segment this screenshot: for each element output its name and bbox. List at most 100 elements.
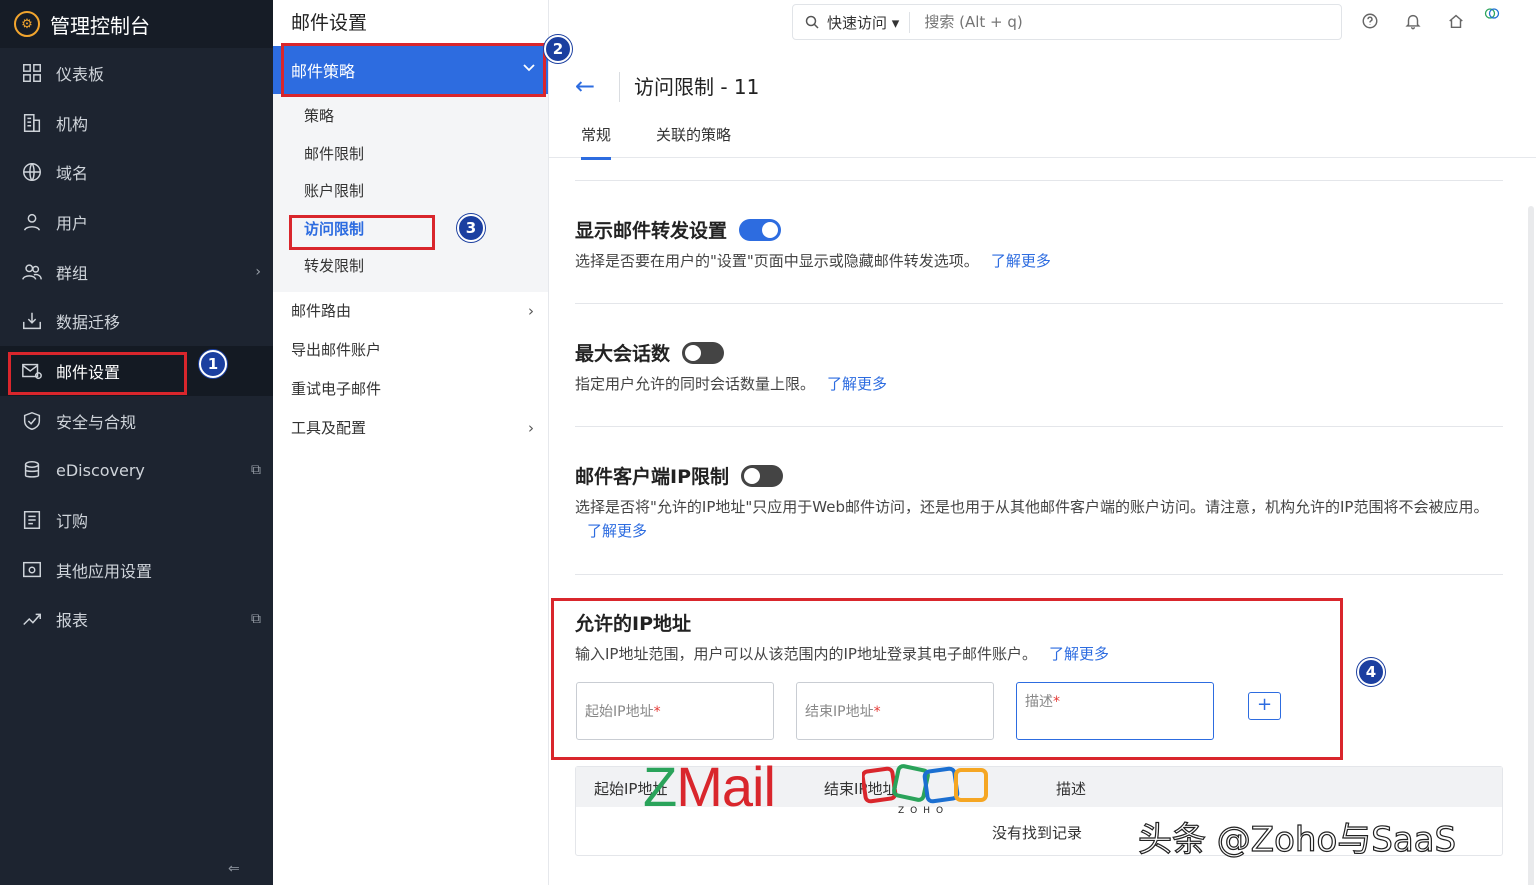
submenu-item-mail-routing[interactable]: 邮件路由 ›: [273, 292, 548, 331]
ediscovery-icon: [20, 458, 44, 482]
quick-access-label: 快速访问: [827, 13, 888, 32]
annotation-badge-3: 3: [457, 214, 485, 242]
submenu-sub-list: 策略 邮件限制 账户限制 访问限制 转发限制: [273, 94, 548, 292]
console-gear-icon: ⚙: [14, 11, 40, 37]
chevron-right-icon: ›: [528, 418, 534, 437]
sidebar-item-subscription[interactable]: 订购: [0, 495, 273, 545]
quick-access-dropdown[interactable]: 快速访问 ▾: [827, 11, 911, 33]
report-icon: [20, 607, 44, 631]
section-client-ip-restriction: 邮件客户端IP限制 选择是否将"允许的IP地址"只应用于Web邮件访问，还是也用…: [575, 462, 1503, 543]
sidebar-item-groups[interactable]: 群组 ›: [0, 247, 273, 297]
mail-settings-submenu: 邮件设置 邮件策略 策略 邮件限制 账户限制 访问限制 转发限制 邮件路由 › …: [273, 0, 549, 885]
client-ip-toggle[interactable]: [741, 464, 783, 487]
chevron-right-icon: ›: [528, 301, 534, 320]
sidebar-item-security[interactable]: 安全与合规: [0, 396, 273, 446]
sidebar-item-label: 域名: [56, 164, 89, 184]
page-title: 访问限制 - 11: [619, 72, 759, 102]
sidebar: ⚙ 管理控制台 仪表板 机构 域名 用户 群组 › 数据迁移 邮件设置 安全与合…: [0, 0, 273, 885]
submenu-item-label: 工具及配置: [291, 418, 367, 437]
submenu-item-export[interactable]: 导出邮件账户: [273, 331, 548, 370]
sidebar-item-dashboard[interactable]: 仪表板: [0, 48, 273, 98]
submenu-header: 邮件设置: [291, 12, 368, 34]
sidebar-item-reports[interactable]: 报表 ⧉: [0, 595, 273, 645]
sidebar-item-label: 机构: [56, 114, 89, 134]
scrollbar[interactable]: [1528, 206, 1534, 885]
home-icon[interactable]: [1447, 12, 1467, 32]
search-input[interactable]: [924, 13, 1225, 31]
sidebar-item-label: 订购: [56, 512, 89, 532]
empty-table-message: 没有找到记录: [992, 824, 1083, 842]
section-title: 显示邮件转发设置: [575, 220, 728, 242]
toggle-knob: [762, 221, 779, 238]
external-link-icon: ⧉: [251, 611, 261, 628]
brand-header: ⚙ 管理控制台: [0, 0, 273, 48]
submenu-item-label: 导出邮件账户: [291, 340, 382, 359]
section-title-row: 最大会话数: [575, 339, 1503, 366]
avatar[interactable]: [1483, 6, 1519, 42]
sidebar-item-label: 报表: [56, 611, 89, 631]
console-title: 管理控制台: [50, 13, 150, 38]
annotation-box-1: [8, 352, 187, 395]
section-forward-settings: 显示邮件转发设置 选择是否要在用户的"设置"页面中显示或隐藏邮件转发选项。 了解更…: [575, 216, 1503, 273]
learn-more-link[interactable]: 了解更多: [827, 375, 887, 393]
help-icon[interactable]: [1361, 12, 1381, 32]
sidebar-item-domains[interactable]: 域名: [0, 147, 273, 197]
sidebar-item-label: eDiscovery: [56, 460, 145, 480]
submenu-item-forward-restriction[interactable]: 转发限制: [273, 248, 548, 286]
submenu-item-retry-email[interactable]: 重试电子邮件: [273, 370, 548, 409]
zoho-logo-icon: [862, 764, 988, 804]
sidebar-item-label: 安全与合规: [56, 412, 137, 432]
column-header-description: 描述: [1056, 780, 1087, 798]
sidebar-item-label: 数据迁移: [56, 313, 121, 333]
zmail-text: Mail: [676, 755, 776, 818]
annotation-badge-2: 2: [544, 35, 572, 63]
sidebar-item-label: 仪表板: [56, 64, 105, 84]
sidebar-item-organization[interactable]: 机构: [0, 98, 273, 148]
divider: [575, 303, 1503, 304]
section-title-row: 邮件客户端IP限制: [575, 462, 1503, 489]
back-arrow-icon[interactable]: ←: [575, 72, 595, 100]
learn-more-link[interactable]: 了解更多: [991, 252, 1051, 270]
apps-settings-icon: [20, 558, 44, 582]
sidebar-item-other-apps[interactable]: 其他应用设置: [0, 545, 273, 595]
submenu-item-account-restriction[interactable]: 账户限制: [273, 173, 548, 211]
bell-icon[interactable]: [1404, 12, 1424, 32]
migrate-icon: [20, 309, 44, 333]
sessions-toggle[interactable]: [682, 341, 725, 364]
divider: [575, 574, 1503, 575]
collapse-sidebar-icon[interactable]: ⇐: [228, 861, 240, 877]
page-header: ← 访问限制 - 11 常规 关联的策略: [549, 46, 1536, 160]
submenu-item-tools[interactable]: 工具及配置 ›: [273, 409, 548, 448]
zoho-mail-logo: ZMail: [643, 754, 776, 819]
forward-toggle[interactable]: [739, 218, 782, 241]
tab-linked-policies[interactable]: 关联的策略: [656, 124, 731, 157]
learn-more-link[interactable]: 了解更多: [587, 522, 647, 540]
zmail-z-letter: Z: [643, 755, 677, 818]
submenu-item-policy[interactable]: 策略: [273, 98, 548, 136]
sidebar-item-migration[interactable]: 数据迁移: [0, 296, 273, 346]
toggle-knob: [744, 467, 760, 484]
external-link-icon: ⧉: [251, 462, 261, 479]
divider: [575, 180, 1503, 181]
annotation-badge-1: 1: [199, 350, 227, 378]
section-description: 选择是否要在用户的"设置"页面中显示或隐藏邮件转发选项。 了解更多: [575, 249, 1503, 273]
tab-general[interactable]: 常规: [581, 124, 612, 160]
section-title-row: 显示邮件转发设置: [575, 216, 1503, 243]
toggle-knob: [685, 344, 702, 361]
watermark-text: 头条 @Zoho与SaaS: [1137, 819, 1457, 860]
annotation-badge-4: 4: [1357, 658, 1385, 686]
sidebar-item-label: 用户: [56, 213, 89, 233]
sidebar-item-label: 其他应用设置: [56, 561, 153, 581]
annotation-box-4: [551, 598, 1343, 760]
search-bar: 快速访问 ▾: [792, 4, 1342, 40]
chevron-right-icon: ›: [255, 263, 261, 280]
section-description: 选择是否将"允许的IP地址"只应用于Web邮件访问，还是也用于从其他邮件客户端的…: [575, 495, 1503, 543]
submenu-item-mail-restriction[interactable]: 邮件限制: [273, 136, 548, 174]
dashboard-icon: [20, 61, 44, 85]
sidebar-item-users[interactable]: 用户: [0, 197, 273, 247]
submenu-item-label: 重试电子邮件: [291, 379, 382, 398]
annotation-box-3: [289, 215, 435, 250]
sidebar-item-ediscovery[interactable]: eDiscovery ⧉: [0, 446, 273, 496]
globe-icon: [20, 160, 44, 184]
annotation-box-2: [281, 43, 546, 97]
